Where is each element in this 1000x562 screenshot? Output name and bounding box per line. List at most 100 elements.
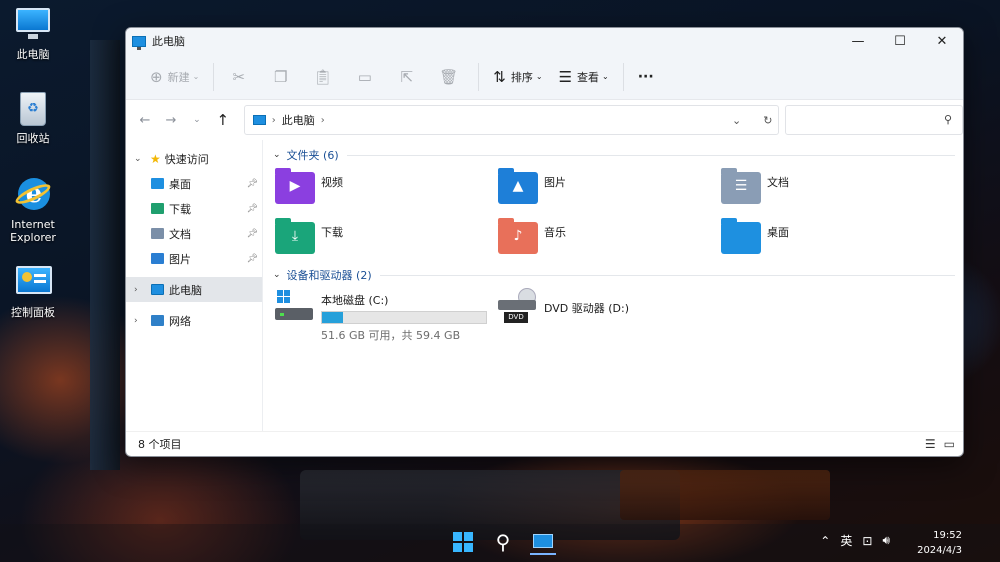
- details-view-button[interactable]: ☰: [925, 437, 936, 451]
- computer-icon: [252, 115, 266, 125]
- internet-explorer-icon: e: [13, 176, 53, 214]
- volume-icon[interactable]: 🔊︎: [882, 533, 890, 548]
- desktop-icon-internet-explorer[interactable]: e Internet Explorer: [4, 176, 62, 244]
- copy-icon: ❐: [274, 67, 288, 86]
- sidebar-item-quick-access[interactable]: ⌄ ★ 快速访问: [126, 146, 262, 171]
- desktop-folder-icon: [151, 178, 164, 189]
- view-list-icon: ☰: [558, 67, 573, 86]
- chevron-down-icon[interactable]: ⌄: [134, 154, 146, 164]
- back-button[interactable]: ←: [132, 113, 158, 128]
- clipboard-icon: 📋︎: [313, 67, 333, 86]
- divider: [379, 274, 955, 276]
- sort-icon: ⇅: [493, 67, 506, 86]
- network-icon[interactable]: ⊡: [862, 534, 872, 548]
- chevron-right-icon[interactable]: ›: [134, 285, 146, 295]
- sidebar-item-this-pc[interactable]: › 此电脑: [126, 277, 262, 302]
- title-bar[interactable]: 此电脑 — ☐ ✕: [126, 28, 963, 54]
- folder-desktop[interactable]: 桌面: [719, 216, 942, 266]
- divider: [478, 62, 480, 91]
- more-options-button[interactable]: ···: [630, 62, 662, 92]
- documents-folder-icon: [151, 228, 164, 239]
- video-folder-icon: ▶: [275, 168, 315, 204]
- command-bar: ⊕ 新建 ⌄ ✂ ❐ 📋︎ ▭ ⇱ 🗑︎ ⇅ 排序 ⌄ ☰ 查看 ⌄ ···: [126, 54, 963, 100]
- pictures-folder-icon: [151, 253, 164, 264]
- star-icon: ★: [150, 151, 161, 166]
- input-language-indicator[interactable]: 英: [840, 532, 852, 549]
- sort-button[interactable]: ⇅ 排序 ⌄: [485, 62, 550, 92]
- cut-button[interactable]: ✂: [220, 62, 262, 92]
- chevron-right-icon[interactable]: ›: [321, 115, 325, 126]
- delete-button[interactable]: 🗑︎: [430, 62, 472, 92]
- recent-locations-button[interactable]: ⌄: [184, 115, 210, 125]
- chevron-up-icon[interactable]: ⌃: [820, 534, 830, 548]
- search-icon: ⚲: [495, 530, 511, 554]
- share-button[interactable]: ⇱: [388, 62, 430, 92]
- start-button[interactable]: [450, 529, 476, 555]
- folder-music[interactable]: ♪ 音乐: [496, 216, 719, 266]
- scissors-icon: ✂: [232, 67, 246, 86]
- address-bar[interactable]: › 此电脑 › ⌄ ↻: [243, 105, 780, 135]
- desktop-icon-recycle-bin[interactable]: ♻ 回收站: [4, 90, 62, 145]
- folder-downloads[interactable]: ⤓ 下载: [273, 216, 496, 266]
- chevron-down-icon: ⌄: [535, 72, 543, 81]
- control-panel-icon: [14, 264, 52, 302]
- address-history-button[interactable]: ⌄: [732, 114, 741, 127]
- close-button[interactable]: ✕: [921, 28, 963, 54]
- computer-icon: [151, 284, 164, 295]
- drive-c[interactable]: 本地磁盘 (C:) 51.6 GB 可用，共 59.4 GB: [273, 288, 496, 343]
- computer-icon: [533, 534, 553, 548]
- chevron-down-icon: ⌄: [273, 270, 281, 280]
- chevron-right-icon[interactable]: ›: [134, 316, 146, 326]
- desktop-icon-this-pc[interactable]: 此电脑: [4, 6, 62, 61]
- folder-pictures[interactable]: ▲ 图片: [496, 166, 719, 216]
- search-input[interactable]: ⚲: [785, 105, 963, 135]
- view-button[interactable]: ☰ 查看 ⌄: [551, 62, 617, 92]
- sidebar-item-desktop[interactable]: 桌面 📌︎: [126, 171, 262, 196]
- music-folder-icon: ♪: [498, 218, 538, 254]
- new-button[interactable]: ⊕ 新建 ⌄: [142, 62, 207, 92]
- sidebar-item-pictures[interactable]: 图片 📌︎: [126, 246, 262, 271]
- chevron-right-icon: ›: [271, 114, 276, 126]
- system-tray: ⌃ 英 ⊡ 🔊︎: [820, 532, 890, 549]
- dvd-drive-icon: DVD: [498, 288, 538, 328]
- sidebar-item-documents[interactable]: 文档 📌︎: [126, 221, 262, 246]
- copy-button[interactable]: ❐: [262, 62, 304, 92]
- drives-group-header[interactable]: ⌄ 设备和驱动器 (2): [273, 266, 955, 284]
- breadcrumb[interactable]: 此电脑: [282, 112, 315, 128]
- forward-button[interactable]: →: [158, 113, 184, 128]
- sidebar-item-network[interactable]: › 网络: [126, 308, 262, 333]
- refresh-button[interactable]: ↻: [763, 114, 772, 127]
- folder-documents[interactable]: ☰ 文档: [719, 166, 942, 216]
- paste-button[interactable]: 📋︎: [304, 62, 346, 92]
- pin-icon: 📌︎: [246, 178, 258, 189]
- share-icon: ⇱: [400, 67, 414, 86]
- documents-folder-icon: ☰: [721, 168, 761, 204]
- minimize-button[interactable]: —: [837, 28, 879, 54]
- rename-icon: ▭: [357, 67, 372, 86]
- search-button[interactable]: ⚲: [490, 529, 516, 555]
- maximize-button[interactable]: ☐: [879, 28, 921, 54]
- divider: [213, 62, 215, 91]
- item-count: 8 个项目: [138, 438, 182, 451]
- large-icons-view-button[interactable]: ▭: [944, 437, 955, 451]
- downloads-folder-icon: ⤓: [275, 218, 315, 254]
- desktop-icon-control-panel[interactable]: 控制面板: [4, 264, 62, 319]
- clock[interactable]: 19:52 2024/4/3: [917, 528, 962, 558]
- drive-d[interactable]: DVD DVD 驱动器 (D:): [496, 288, 796, 343]
- computer-icon: [14, 6, 52, 44]
- folders-group-header[interactable]: ⌄ 文件夹 (6): [273, 146, 955, 164]
- pin-icon: 📌︎: [246, 203, 258, 214]
- pin-icon: 📌︎: [246, 253, 258, 264]
- window-title: 此电脑: [152, 35, 185, 48]
- file-explorer-taskbar-button[interactable]: [530, 529, 556, 555]
- navigation-pane: ⌄ ★ 快速访问 桌面 📌︎ 下载 📌︎ 文档 📌︎ 图片 📌︎ › 此电脑 ›…: [126, 140, 263, 431]
- chevron-down-icon: ⌄: [192, 72, 200, 81]
- up-button[interactable]: ↑: [210, 111, 236, 129]
- rename-button[interactable]: ▭: [346, 62, 388, 92]
- sidebar-item-downloads[interactable]: 下载 📌︎: [126, 196, 262, 221]
- navigation-row: ← → ⌄ ↑ › 此电脑 › ⌄ ↻ ⚲: [126, 100, 963, 140]
- windows-logo-icon: [453, 532, 473, 552]
- pin-icon: 📌︎: [246, 228, 258, 239]
- folder-videos[interactable]: ▶ 视频: [273, 166, 496, 216]
- computer-icon: [132, 35, 146, 50]
